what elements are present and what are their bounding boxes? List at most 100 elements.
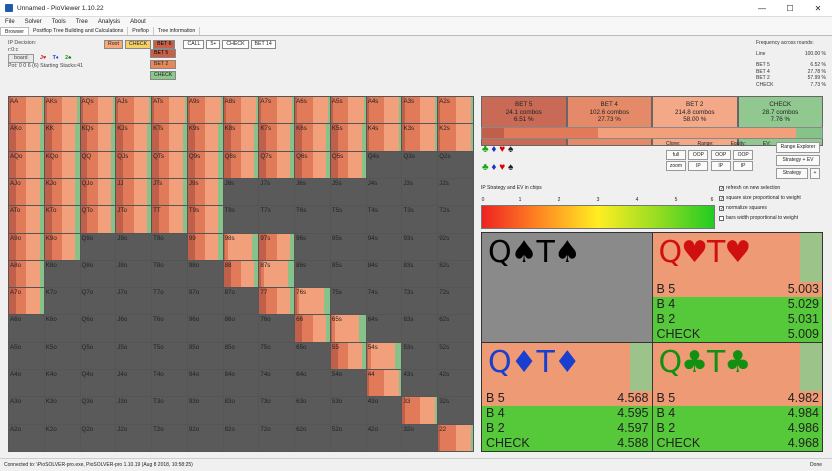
action-bet-6[interactable]: BET 6 <box>153 40 176 49</box>
hand-cell[interactable]: 74s <box>366 288 402 315</box>
hand-cell[interactable]: 95o <box>187 342 223 370</box>
hand-cell[interactable]: 43s <box>402 370 438 397</box>
hand-cell[interactable]: J2o <box>116 424 152 451</box>
hand-cell[interactable]: 33 <box>402 397 438 424</box>
hand-cell[interactable]: 44 <box>366 370 402 397</box>
hand-cell[interactable]: 73s <box>402 288 438 315</box>
hand-cell[interactable]: 84s <box>366 260 402 288</box>
hand-cell[interactable]: 94o <box>187 370 223 397</box>
hand-cell[interactable]: 62o <box>295 424 330 451</box>
clone-zoom-button[interactable]: zoom <box>666 161 686 171</box>
hand-cell[interactable]: Q9s <box>187 151 223 178</box>
hand-cell[interactable]: AJo <box>9 178 44 206</box>
hand-cell[interactable]: 95s <box>330 233 366 260</box>
hand-cell[interactable]: 88 <box>223 260 259 288</box>
hand-cell[interactable]: 92o <box>187 424 223 451</box>
action-check-2[interactable]: CHECK <box>222 40 249 49</box>
hand-cell[interactable]: A2s <box>438 97 473 124</box>
hand-cell[interactable]: KJs <box>116 124 152 151</box>
hand-cell[interactable]: J5s <box>330 178 366 206</box>
hand-cell[interactable]: KTs <box>152 124 187 151</box>
hand-cell[interactable]: K8o <box>44 260 80 288</box>
hand-cell[interactable]: 83s <box>402 260 438 288</box>
hand-cell[interactable]: 93o <box>187 397 223 424</box>
hand-cell[interactable]: Q5s <box>330 151 366 178</box>
hand-cell[interactable]: 98s <box>223 233 259 260</box>
ev-oop-button[interactable]: OOP <box>733 150 754 160</box>
hand-cell[interactable]: 64o <box>295 370 330 397</box>
hand-cell[interactable]: 32s <box>438 397 473 424</box>
club-icon[interactable]: ♣ <box>482 144 489 155</box>
hand-cell[interactable]: J7o <box>116 288 152 315</box>
hand-cell[interactable]: 64s <box>366 315 402 342</box>
hand-cell[interactable]: 87o <box>223 288 259 315</box>
hand-cell[interactable]: K7s <box>259 124 295 151</box>
hand-cell[interactable]: A4o <box>9 370 44 397</box>
hand-cell[interactable]: Q6o <box>80 315 116 342</box>
hand-cell[interactable]: T4o <box>152 370 187 397</box>
hand-cell[interactable]: A6o <box>9 315 44 342</box>
hand-cell[interactable]: KTo <box>44 206 80 233</box>
hand-cell[interactable]: T3s <box>402 206 438 233</box>
hand-cell[interactable]: J4s <box>366 178 402 206</box>
hand-cell[interactable]: TT <box>152 206 187 233</box>
hand-cell[interactable]: 96o <box>187 315 223 342</box>
minimize-button[interactable]: — <box>748 0 776 17</box>
hand-cell[interactable]: JJ <box>116 178 152 206</box>
combo-card[interactable]: Q♠T♠ <box>482 233 652 342</box>
hand-cell[interactable]: QQ <box>80 151 116 178</box>
hand-cell[interactable]: Q9o <box>80 233 116 260</box>
hand-cell[interactable]: K2o <box>44 424 80 451</box>
hand-cell[interactable]: Q7o <box>80 288 116 315</box>
hand-cell[interactable]: 42s <box>438 370 473 397</box>
hand-cell[interactable]: K3s <box>402 124 438 151</box>
hand-cell[interactable]: 54o <box>330 370 366 397</box>
hand-cell[interactable]: T8o <box>152 260 187 288</box>
hand-cell[interactable]: JTo <box>116 206 152 233</box>
hand-cell[interactable]: 62s <box>438 315 473 342</box>
hand-cell[interactable]: 82o <box>223 424 259 451</box>
hand-cell[interactable]: KJo <box>44 178 80 206</box>
hand-cell[interactable]: Q8o <box>80 260 116 288</box>
hand-cell[interactable]: 99 <box>187 233 223 260</box>
hand-cell[interactable]: J8o <box>116 260 152 288</box>
hand-cell[interactable]: Q2o <box>80 424 116 451</box>
range-ip-button[interactable]: IP <box>688 161 709 171</box>
close-button[interactable]: ✕ <box>804 0 832 17</box>
range-explorer-button[interactable]: Range Explorer <box>776 142 820 153</box>
hand-cell[interactable]: 53o <box>330 397 366 424</box>
hand-cell[interactable]: T7o <box>152 288 187 315</box>
ev-ip-button[interactable]: IP <box>733 161 754 171</box>
range-oop-button[interactable]: OOP <box>688 150 709 160</box>
hand-cell[interactable]: A3o <box>9 397 44 424</box>
hand-cell[interactable]: A2o <box>9 424 44 451</box>
hand-cell[interactable]: 32o <box>402 424 438 451</box>
combo-card[interactable]: Q♦T♦ B 5 4.568 B 4 4.595 B 2 4.597 CHECK 4.588 <box>482 342 652 451</box>
heart-icon[interactable]: ♥ <box>499 162 505 173</box>
hand-cell[interactable]: 22 <box>438 424 473 451</box>
hand-cell[interactable]: A4s <box>366 97 402 124</box>
hand-cell[interactable]: K7o <box>44 288 80 315</box>
hand-cell[interactable]: 72s <box>438 288 473 315</box>
maximize-button[interactable]: ☐ <box>776 0 804 17</box>
spade-icon[interactable]: ♠ <box>508 162 513 173</box>
hand-cell[interactable]: J6s <box>295 178 330 206</box>
hand-cell[interactable]: 93s <box>402 233 438 260</box>
hand-cell[interactable]: AA <box>9 97 44 124</box>
hand-cell[interactable]: 92s <box>438 233 473 260</box>
action-root[interactable]: Root <box>104 40 123 49</box>
hand-cell[interactable]: J2s <box>438 178 473 206</box>
hand-cell[interactable]: 97s <box>259 233 295 260</box>
hand-cell[interactable]: A8s <box>223 97 259 124</box>
action-check-sub[interactable]: CHECK <box>150 71 177 80</box>
checkbox-box[interactable]: ✓ <box>719 205 724 211</box>
hand-cell[interactable]: A5o <box>9 342 44 370</box>
hand-cell[interactable]: 77 <box>259 288 295 315</box>
hand-cell[interactable]: Q5o <box>80 342 116 370</box>
clone-full-button[interactable]: full <box>666 150 686 160</box>
normalize-checkbox[interactable]: ✓ normalize squares <box>719 205 767 211</box>
hand-cell[interactable]: QTs <box>152 151 187 178</box>
hand-cell[interactable]: 72o <box>259 424 295 451</box>
menu-about[interactable]: About <box>125 19 151 25</box>
hand-cell[interactable]: J9o <box>116 233 152 260</box>
